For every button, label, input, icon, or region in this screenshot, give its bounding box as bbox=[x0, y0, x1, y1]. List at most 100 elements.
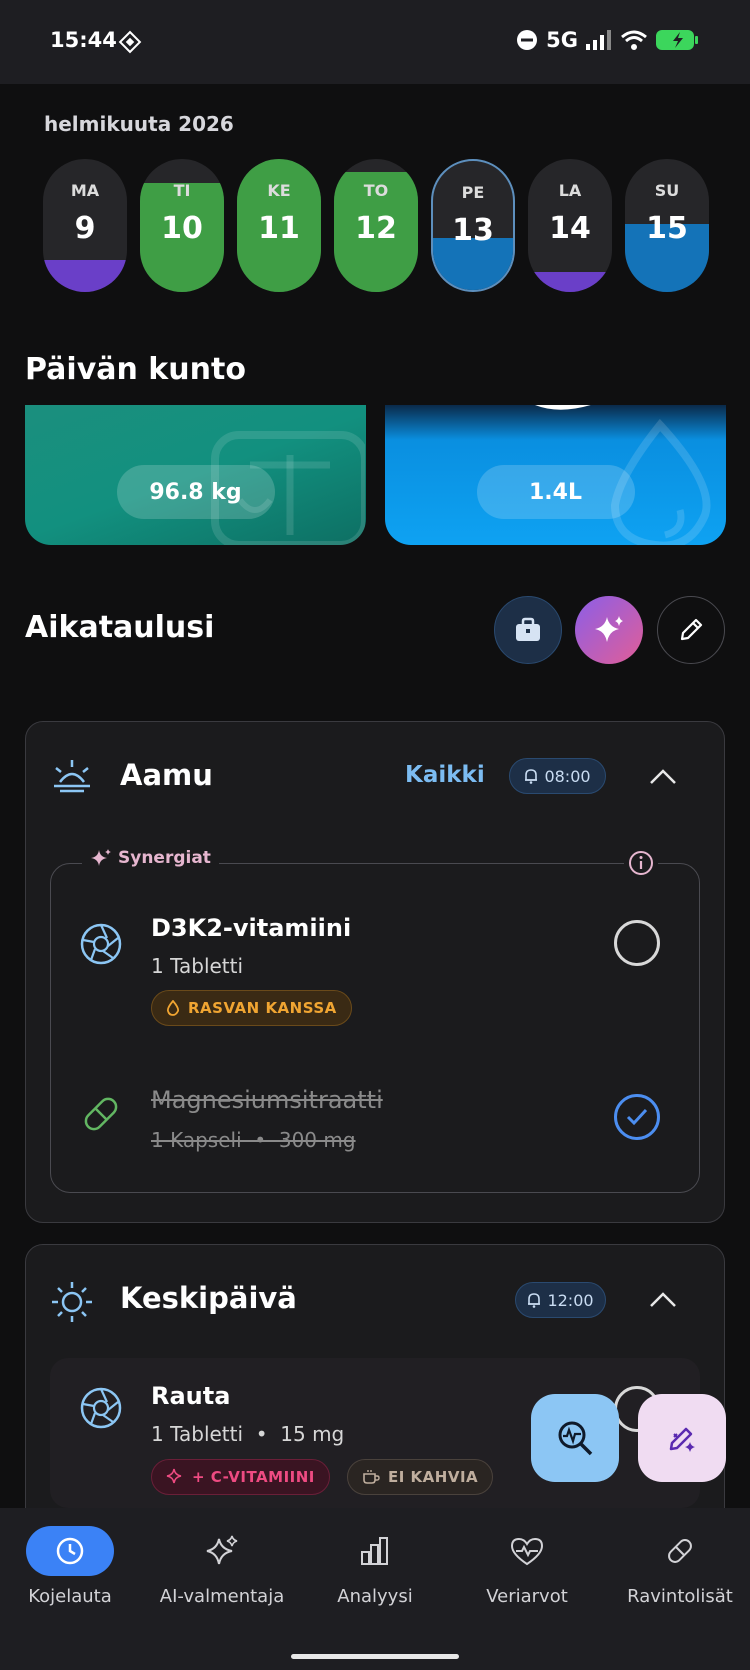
day-sun[interactable]: SU 15 bbox=[625, 159, 709, 292]
ai-sparkle-button[interactable] bbox=[575, 596, 643, 664]
noon-time-pill[interactable]: 12:00 bbox=[515, 1282, 606, 1318]
nav-dashboard[interactable]: Kojelauta bbox=[0, 1526, 145, 1607]
sunrise-icon bbox=[54, 760, 90, 793]
fat-tag: RASVAN KANSSA bbox=[151, 990, 352, 1026]
weight-card[interactable]: 96.8 kg bbox=[25, 405, 366, 545]
synergy-group bbox=[50, 863, 700, 1193]
coffee-icon bbox=[363, 1470, 380, 1484]
no-coffee-label: EI KAHVIA bbox=[388, 1468, 479, 1486]
pill-icon bbox=[668, 1539, 692, 1563]
day-number: 9 bbox=[74, 211, 96, 246]
nav-supplements[interactable]: Ravintolisät bbox=[605, 1526, 750, 1607]
day-number: 14 bbox=[549, 211, 591, 246]
aperture-icon bbox=[80, 923, 122, 965]
status-time: 15:44 bbox=[50, 28, 117, 52]
magic-pen-icon bbox=[669, 1427, 695, 1452]
weight-value: 96.8 kg bbox=[116, 465, 275, 519]
home-indicator[interactable] bbox=[291, 1654, 459, 1659]
day-number: 10 bbox=[161, 211, 203, 246]
nav-label: Kojelauta bbox=[28, 1586, 112, 1607]
sparkle-icon bbox=[91, 849, 111, 866]
info-icon bbox=[629, 851, 653, 875]
bag-button[interactable] bbox=[494, 596, 562, 664]
day-number: 15 bbox=[646, 211, 688, 246]
nav-label: AI-valmentaja bbox=[159, 1586, 285, 1607]
bottom-nav: Kojelauta AI-valmentaja Analyysi Veriarv… bbox=[0, 1508, 750, 1670]
scan-fab-button[interactable] bbox=[531, 1394, 619, 1482]
day-sat[interactable]: LA 14 bbox=[528, 159, 612, 292]
item-name: D3K2-vitamiini bbox=[151, 914, 352, 942]
item-sub: 1 Kapseli • 300 mg bbox=[151, 1128, 356, 1152]
all-link[interactable]: Kaikki bbox=[405, 762, 485, 788]
drop-icon bbox=[166, 1000, 180, 1016]
search-pulse-icon bbox=[558, 1421, 593, 1456]
heart-pulse-icon bbox=[510, 1537, 544, 1566]
nav-ai-coach[interactable]: AI-valmentaja bbox=[147, 1526, 297, 1607]
bell-icon bbox=[525, 769, 538, 784]
log-fab-button[interactable] bbox=[638, 1394, 726, 1482]
item-name: Rauta bbox=[151, 1382, 231, 1410]
morning-time: 08:00 bbox=[544, 766, 591, 786]
day-number: 13 bbox=[452, 213, 494, 248]
water-card[interactable]: 1.4L bbox=[385, 405, 726, 545]
day-name: LA bbox=[558, 181, 582, 200]
day-tue[interactable]: TI 10 bbox=[140, 159, 224, 292]
day-name: TO bbox=[363, 181, 389, 200]
nav-analysis[interactable]: Analyysi bbox=[300, 1526, 450, 1607]
vitamin-c-label: + C-VITAMIINI bbox=[192, 1468, 315, 1486]
week-strip: MA 9 TI 10 KE 11 TO 12 PE 13 LA 14 SU 15 bbox=[43, 159, 709, 294]
network-label: 5G bbox=[546, 28, 578, 52]
day-name: MA bbox=[70, 181, 100, 200]
aperture-icon bbox=[80, 1387, 122, 1429]
morning-time-pill[interactable]: 08:00 bbox=[509, 758, 606, 794]
dnd-icon bbox=[517, 30, 538, 50]
bar-chart-icon bbox=[361, 1537, 388, 1565]
water-value: 1.4L bbox=[476, 465, 635, 519]
day-name: PE bbox=[461, 183, 485, 202]
day-fri-selected[interactable]: PE 13 bbox=[431, 159, 515, 292]
pencil-icon bbox=[680, 618, 703, 641]
day-number: 12 bbox=[355, 211, 397, 246]
signal-icon bbox=[586, 30, 611, 50]
item-check-empty[interactable] bbox=[614, 920, 660, 966]
status-bar: 15:44 5G bbox=[0, 0, 750, 84]
day-wed[interactable]: KE 11 bbox=[237, 159, 321, 292]
checkmark-icon bbox=[626, 1108, 648, 1126]
location-icon bbox=[118, 30, 142, 54]
fat-tag-label: RASVAN KANSSA bbox=[188, 999, 337, 1017]
battery-icon bbox=[656, 30, 698, 50]
morning-title: Aamu bbox=[120, 758, 213, 792]
item-check-done[interactable] bbox=[614, 1094, 660, 1140]
bell-icon bbox=[528, 1293, 541, 1308]
month-label: helmikuuta 2026 bbox=[44, 112, 234, 136]
day-name: SU bbox=[654, 181, 680, 200]
nav-label: Analyysi bbox=[337, 1586, 413, 1607]
wifi-icon bbox=[621, 30, 647, 50]
noon-time: 12:00 bbox=[547, 1290, 594, 1310]
shopping-bag-icon bbox=[516, 617, 540, 641]
sparkle-icon bbox=[166, 1468, 182, 1484]
chevron-up-icon[interactable] bbox=[648, 767, 678, 787]
vitamin-c-tag: + C-VITAMIINI bbox=[151, 1459, 330, 1495]
weight-ring bbox=[145, 405, 255, 415]
day-name: TI bbox=[173, 181, 191, 200]
synergy-info-button[interactable] bbox=[624, 848, 658, 878]
chevron-up-icon[interactable] bbox=[648, 1290, 678, 1310]
day-name: KE bbox=[267, 181, 291, 200]
sun-icon bbox=[52, 1282, 92, 1322]
nav-blood-values[interactable]: Veriarvot bbox=[452, 1526, 602, 1607]
status-indicators: 5G bbox=[516, 28, 702, 52]
item-name: Magnesiumsitraatti bbox=[151, 1086, 383, 1114]
day-thu[interactable]: TO 12 bbox=[334, 159, 418, 292]
no-coffee-tag: EI KAHVIA bbox=[347, 1459, 494, 1495]
noon-title: Keskipäivä bbox=[120, 1281, 297, 1315]
item-sub: 1 Tabletti bbox=[151, 954, 244, 978]
synergy-text: Synergiat bbox=[118, 848, 211, 868]
edit-button[interactable] bbox=[657, 596, 725, 664]
day-mon[interactable]: MA 9 bbox=[43, 159, 127, 292]
pill-icon bbox=[84, 1097, 118, 1131]
nav-label: Ravintolisät bbox=[627, 1586, 733, 1607]
nav-label: Veriarvot bbox=[486, 1586, 568, 1607]
item-sub: 1 Tabletti • 15 mg bbox=[151, 1422, 345, 1446]
day-number: 11 bbox=[258, 211, 300, 246]
